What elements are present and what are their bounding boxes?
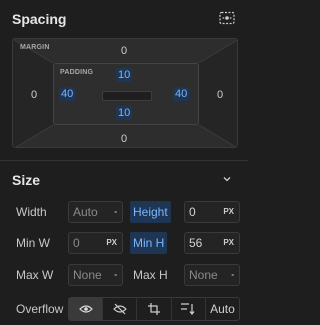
- overflow-segmented-control: Auto: [68, 297, 240, 321]
- width-unit[interactable]: -: [114, 202, 117, 222]
- overflow-hidden-button[interactable]: [103, 298, 138, 320]
- height-value: 0: [189, 205, 196, 219]
- width-label: Width: [16, 205, 47, 219]
- size-collapse-button[interactable]: [218, 170, 236, 188]
- max-h-label: Max H: [133, 268, 168, 282]
- margin-top-value[interactable]: 0: [121, 45, 127, 57]
- min-w-field[interactable]: 0 PX: [68, 232, 123, 254]
- height-field[interactable]: 0 PX: [184, 201, 240, 223]
- padding-label: PADDING: [60, 69, 94, 76]
- min-w-label: Min W: [16, 236, 50, 250]
- crop-icon: [148, 303, 160, 315]
- style-panel: Spacing MARGIN 0 0 0 0 PADDING 10 40 40 …: [0, 0, 248, 325]
- max-w-value: None: [73, 268, 102, 282]
- scroll-icon: [181, 303, 195, 315]
- margin-left-value[interactable]: 0: [31, 89, 37, 101]
- chevron-down-icon: [223, 177, 231, 182]
- margin-label: MARGIN: [20, 44, 50, 51]
- min-h-label: Min H: [130, 232, 168, 254]
- size-title: Size: [12, 172, 41, 188]
- overflow-clip-button[interactable]: [137, 298, 172, 320]
- spacing-presets-icon: [219, 11, 235, 25]
- content-box: [102, 91, 152, 101]
- margin-bottom-value[interactable]: 0: [121, 133, 127, 145]
- eye-off-icon: [112, 303, 127, 315]
- width-field[interactable]: Auto -: [68, 201, 123, 223]
- overflow-scroll-button[interactable]: [172, 298, 206, 320]
- max-w-field[interactable]: None -: [68, 264, 123, 286]
- min-h-unit[interactable]: PX: [223, 233, 234, 253]
- max-h-unit[interactable]: -: [231, 265, 234, 285]
- size-section-header: Size: [0, 170, 248, 190]
- width-value: Auto: [73, 205, 98, 219]
- padding-bottom-value[interactable]: 10: [116, 106, 133, 120]
- margin-box: MARGIN 0 0 0 0 PADDING 10 40 40 10: [12, 38, 238, 148]
- min-w-unit[interactable]: PX: [106, 233, 117, 253]
- padding-box: PADDING 10 40 40 10: [53, 63, 199, 125]
- overflow-auto-button[interactable]: Auto: [206, 298, 239, 320]
- margin-right-value[interactable]: 0: [217, 89, 223, 101]
- min-h-value: 56: [189, 236, 203, 250]
- section-divider: [0, 160, 248, 161]
- spacing-presets-button[interactable]: [218, 9, 236, 27]
- max-h-value: None: [189, 268, 218, 282]
- overflow-visible-button[interactable]: [69, 298, 104, 320]
- spacing-title: Spacing: [12, 11, 67, 27]
- overflow-label: Overflow: [16, 302, 64, 316]
- spacing-section-header: Spacing: [0, 9, 248, 29]
- max-w-label: Max W: [16, 268, 54, 282]
- eye-icon: [78, 305, 93, 313]
- padding-top-value[interactable]: 10: [116, 68, 133, 82]
- padding-left-value[interactable]: 40: [59, 87, 76, 101]
- min-w-value: 0: [73, 236, 80, 250]
- height-label: Height: [130, 201, 171, 223]
- padding-right-value[interactable]: 40: [173, 87, 190, 101]
- max-w-unit[interactable]: -: [114, 265, 117, 285]
- height-unit[interactable]: PX: [223, 202, 234, 222]
- max-h-field[interactable]: None -: [184, 264, 240, 286]
- min-h-field[interactable]: 56 PX: [184, 232, 240, 254]
